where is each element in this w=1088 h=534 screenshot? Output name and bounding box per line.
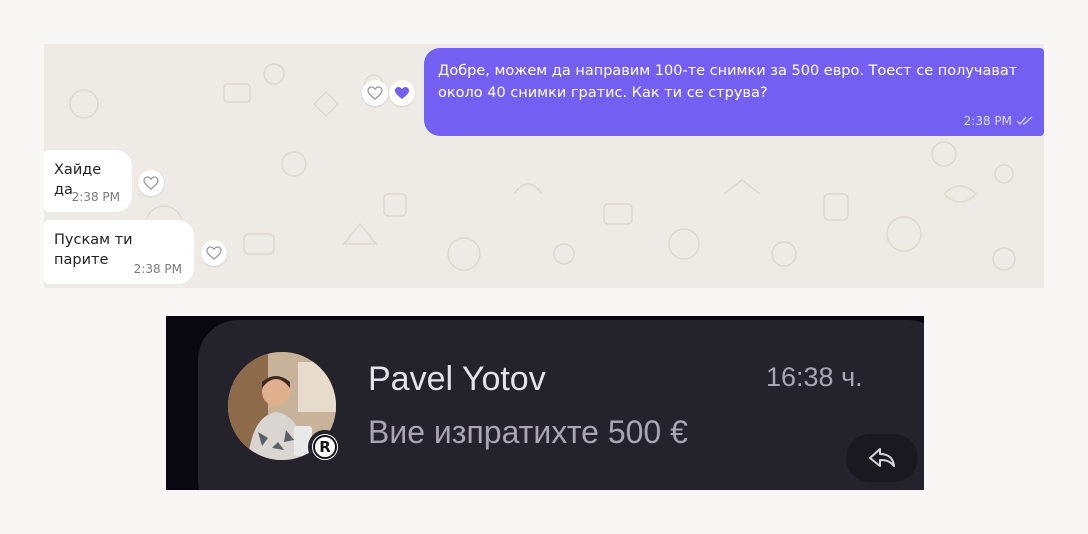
outgoing-message-time: 2:38 PM <box>963 114 1012 128</box>
outgoing-message-text: Добре, можем да направим 100-те снимки з… <box>438 63 1018 101</box>
reply-arrow-icon <box>869 448 895 467</box>
incoming-message-1[interactable]: Хайде да 2:38 PM <box>44 150 132 212</box>
heart-outline-icon <box>206 246 222 260</box>
like-count-outgoing[interactable] <box>389 80 415 106</box>
chat-window: Добре, можем да направим 100-те снимки з… <box>44 44 1044 288</box>
outgoing-message[interactable]: Добре, можем да направим 100-те снимки з… <box>424 48 1044 136</box>
outgoing-message-meta: 2:38 PM <box>964 114 1034 128</box>
incoming-message-time: 2:38 PM <box>71 190 120 204</box>
double-check-icon <box>1016 116 1033 126</box>
heart-outline-icon <box>367 86 383 100</box>
reply-button[interactable] <box>846 434 918 482</box>
like-button-incoming-1[interactable] <box>138 170 164 196</box>
incoming-message-2[interactable]: Пускам ти парите 2:38 PM <box>44 220 194 284</box>
like-button-incoming-2[interactable] <box>201 240 227 266</box>
heart-outline-icon <box>143 176 159 190</box>
notification-sender: Pavel Yotov <box>368 360 546 398</box>
like-button-outgoing[interactable] <box>362 80 388 106</box>
heart-filled-icon <box>395 87 409 99</box>
notification-preview: Вие изпратихте 500 € <box>368 414 688 450</box>
payment-notification: R Pavel Yotov Вие изпратихте 500 € 16:38… <box>166 316 924 490</box>
notification-time: 16:38 ч. <box>766 362 863 392</box>
revolut-badge: R <box>308 430 342 464</box>
revolut-badge-letter: R <box>313 435 337 459</box>
incoming-message-time: 2:38 PM <box>133 262 182 276</box>
